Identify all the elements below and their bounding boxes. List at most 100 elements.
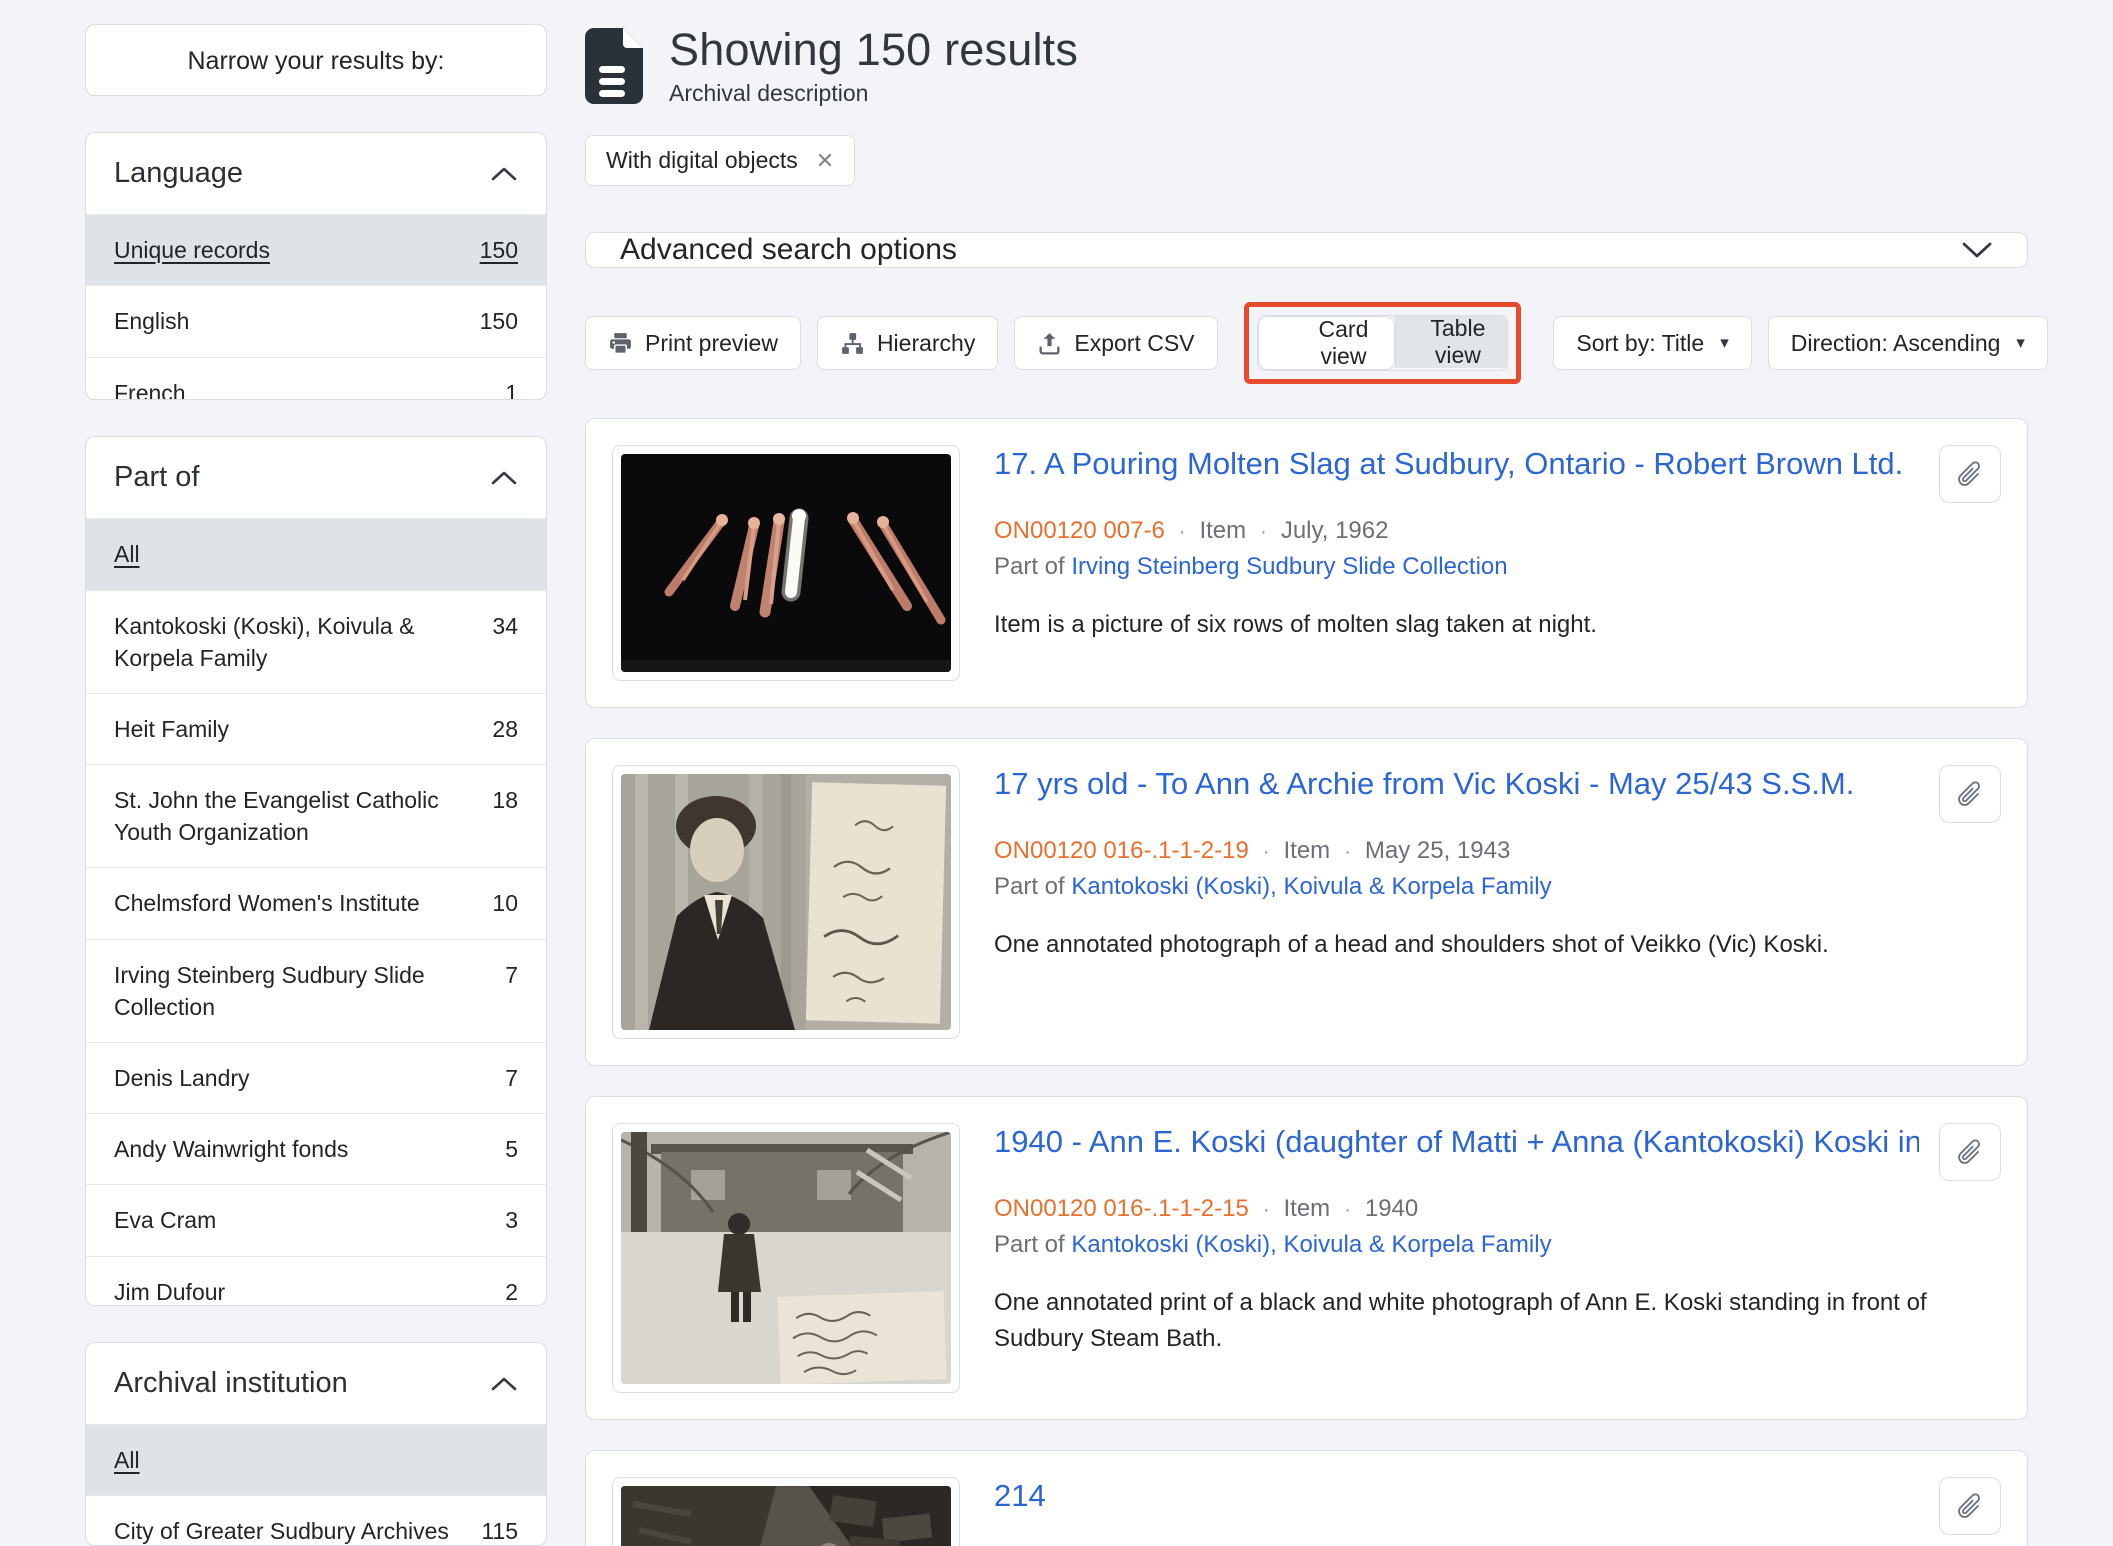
reference-code-link[interactable]: ON00120 007-6 [994, 517, 1165, 545]
table-view-button[interactable]: Table view [1395, 316, 1507, 368]
result-card: 1940 - Ann E. Koski (daughter of Matti +… [585, 1096, 2028, 1420]
advanced-search-panel[interactable]: Advanced search options [585, 232, 2028, 268]
result-description: Item is a picture of six rows of molten … [994, 607, 2001, 643]
paperclip-icon [1949, 1131, 1991, 1173]
facet-item-label: Eva Cram [114, 1204, 505, 1236]
facet-language-title: Language [114, 157, 243, 190]
facet-item-count: 7 [505, 959, 518, 991]
result-description: One annotated photograph of a head and s… [994, 927, 2001, 963]
facet-item-label: Jim Dufour [114, 1276, 505, 1307]
chevron-up-icon [490, 470, 518, 486]
export-csv-label: Export CSV [1074, 330, 1194, 357]
hierarchy-label: Hierarchy [877, 330, 975, 357]
facet-item-jim-dufour[interactable]: Jim Dufour 2 [86, 1256, 546, 1307]
facet-part-of-header[interactable]: Part of [86, 437, 546, 518]
facet-item-all[interactable]: All [86, 518, 546, 589]
page-subtitle: Archival description [669, 80, 1078, 107]
facet-item-label: St. John the Evangelist Catholic Youth O… [114, 784, 492, 848]
hierarchy-button[interactable]: Hierarchy [817, 316, 998, 370]
facet-item-count: 10 [492, 887, 518, 919]
result-thumbnail[interactable] [612, 445, 960, 681]
part-of-link[interactable]: Kantokoski (Koski), Koivula & Korpela Fa… [1071, 1231, 1551, 1258]
facet-item-irving-steinberg-collection[interactable]: Irving Steinberg Sudbury Slide Collectio… [86, 939, 546, 1042]
facet-item-all[interactable]: All [86, 1424, 546, 1495]
paperclip-button[interactable] [1939, 1477, 2001, 1535]
facet-item-chelmsford-womens-institute[interactable]: Chelmsford Women's Institute 10 [86, 867, 546, 938]
result-title-link[interactable]: 214 [994, 1477, 1919, 1516]
facet-item-label: Denis Landry [114, 1062, 505, 1094]
paperclip-icon [1949, 453, 1991, 495]
facet-item-label: Kantokoski (Koski), Koivula & Korpela Fa… [114, 610, 492, 674]
facet-item-andy-wainwright-fonds[interactable]: Andy Wainwright fonds 5 [86, 1113, 546, 1184]
result-title-link[interactable]: 17 yrs old - To Ann & Archie from Vic Ko… [994, 765, 1919, 804]
print-preview-label: Print preview [645, 330, 778, 357]
paperclip-button[interactable] [1939, 765, 2001, 823]
part-of-link[interactable]: Kantokoski (Koski), Koivula & Korpela Fa… [1071, 873, 1551, 900]
result-date: 1940 [1365, 1195, 1418, 1223]
result-card-body: 17 yrs old - To Ann & Archie from Vic Ko… [994, 765, 2001, 1039]
card-view-button[interactable]: Card view [1258, 316, 1396, 370]
result-meta: ON00120 016-.1-1-2-15 · Item · 1940 [994, 1195, 2001, 1223]
facet-archival-institution-title: Archival institution [114, 1367, 348, 1400]
view-toggle-highlight: Card view Table view [1244, 302, 1522, 384]
facet-item-count: 18 [492, 784, 518, 816]
facet-language-header[interactable]: Language [86, 133, 546, 214]
facet-item-heit-family[interactable]: Heit Family 28 [86, 693, 546, 764]
result-thumbnail[interactable] [612, 1477, 960, 1546]
facet-item-french[interactable]: French 1 [86, 357, 546, 401]
facet-item-label: Chelmsford Women's Institute [114, 887, 492, 919]
direction-dropdown[interactable]: Direction: Ascending ▾ [1768, 316, 2048, 370]
part-of-line: Part of Kantokoski (Koski), Koivula & Ko… [994, 1231, 2001, 1259]
facet-item-eva-cram[interactable]: Eva Cram 3 [86, 1184, 546, 1255]
part-of-link[interactable]: Irving Steinberg Sudbury Slide Collectio… [1071, 553, 1507, 580]
print-preview-button[interactable]: Print preview [585, 316, 801, 370]
result-thumbnail[interactable] [612, 1123, 960, 1393]
meta-separator: · [1344, 1199, 1351, 1222]
facet-part-of: Part of All Kantokoski (Koski), Koivula … [85, 436, 547, 1306]
upload-icon [1037, 331, 1062, 356]
facet-item-st-john-youth-org[interactable]: St. John the Evangelist Catholic Youth O… [86, 764, 546, 867]
paperclip-icon [1949, 773, 1991, 815]
paperclip-icon [1949, 1485, 1991, 1527]
filter-chip-label: With digital objects [606, 147, 798, 174]
part-of-prefix: Part of [994, 1231, 1065, 1258]
view-toggle-group: Card view Table view [1257, 315, 1509, 371]
filter-chip-digital-objects[interactable]: With digital objects ✕ [585, 135, 855, 186]
paperclip-button[interactable] [1939, 1123, 2001, 1181]
meta-separator: · [1179, 521, 1186, 544]
result-thumbnail[interactable] [612, 765, 960, 1039]
result-card-body: 17. A Pouring Molten Slag at Sudbury, On… [994, 445, 2001, 681]
facet-item-unique-records[interactable]: Unique records 150 [86, 214, 546, 285]
part-of-line: Part of Irving Steinberg Sudbury Slide C… [994, 553, 2001, 581]
facet-item-english[interactable]: English 150 [86, 285, 546, 356]
archival-description-icon [585, 28, 643, 104]
result-title-link[interactable]: 17. A Pouring Molten Slag at Sudbury, On… [994, 445, 1919, 484]
facet-item-kantokoski-family[interactable]: Kantokoski (Koski), Koivula & Korpela Fa… [86, 590, 546, 693]
chip-close-icon[interactable]: ✕ [816, 148, 834, 174]
paperclip-button[interactable] [1939, 445, 2001, 503]
result-date: July, 1962 [1281, 517, 1389, 545]
result-card-body: 1940 - Ann E. Koski (daughter of Matti +… [994, 1123, 2001, 1393]
meta-separator: · [1344, 841, 1351, 864]
facet-item-count: 115 [481, 1515, 518, 1546]
facet-item-count: 28 [492, 713, 518, 745]
facet-archival-institution-header[interactable]: Archival institution [86, 1343, 546, 1424]
sort-by-dropdown[interactable]: Sort by: Title ▾ [1553, 316, 1751, 370]
facet-item-city-of-greater-sudbury-archives[interactable]: City of Greater Sudbury Archives 115 [86, 1495, 546, 1546]
export-csv-button[interactable]: Export CSV [1014, 316, 1217, 370]
narrow-results-heading: Narrow your results by: [85, 24, 547, 96]
reference-code-link[interactable]: ON00120 016-.1-1-2-19 [994, 837, 1249, 865]
printer-icon [608, 331, 633, 356]
part-of-prefix: Part of [994, 873, 1065, 900]
part-of-line: Part of Kantokoski (Koski), Koivula & Ko… [994, 873, 2001, 901]
result-title-link[interactable]: 1940 - Ann E. Koski (daughter of Matti +… [994, 1123, 1919, 1162]
results-header-text: Showing 150 results Archival description [669, 24, 1078, 107]
facet-language: Language Unique records 150 English 150 … [85, 132, 547, 400]
caret-down-icon: ▾ [1720, 333, 1729, 353]
facet-item-label: French [114, 377, 505, 401]
facet-item-label: All [114, 1444, 518, 1476]
level-of-description: Item [1284, 837, 1331, 865]
facet-item-denis-landry[interactable]: Denis Landry 7 [86, 1042, 546, 1113]
app-root: Narrow your results by: Language Unique … [0, 0, 2113, 1546]
reference-code-link[interactable]: ON00120 016-.1-1-2-15 [994, 1195, 1249, 1223]
